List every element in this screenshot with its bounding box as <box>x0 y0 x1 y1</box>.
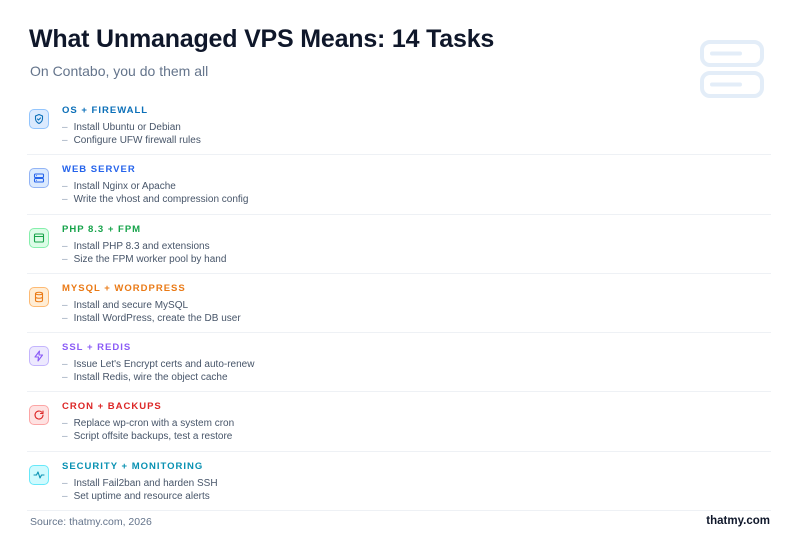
dash: – <box>62 477 68 489</box>
task-item: – Install Redis, wire the object cache <box>62 372 228 384</box>
shield-icon <box>29 109 49 129</box>
task-item: – Install Nginx or Apache <box>62 181 176 193</box>
heartbeat-icon <box>29 464 49 485</box>
dash: – <box>62 359 68 371</box>
dash: – <box>62 299 68 311</box>
dash: – <box>62 240 68 252</box>
page-subtitle: On Contabo, you do them all <box>30 63 209 79</box>
dash: – <box>62 490 68 502</box>
refresh-icon <box>29 405 49 426</box>
category-title: PHP 8.3 + FPM <box>62 223 142 235</box>
page-title: What Unmanaged VPS Means: 14 Tasks <box>29 25 495 53</box>
dash: – <box>62 418 68 430</box>
category-php-fpm: PHP 8.3 + FPM – Install PHP 8.3 and exten… <box>27 215 771 274</box>
category-cron-backups: CRON + BACKUPS – Replace wp-cron with a s… <box>27 392 771 452</box>
category-title: CRON + BACKUPS <box>62 401 162 413</box>
task-item: – Install Fail2ban and harden SSH <box>62 477 218 489</box>
category-mysql-wordpress: MYSQL + WORDPRESS – Install and secure My… <box>27 274 771 334</box>
database-icon <box>29 286 49 307</box>
dash: – <box>62 122 68 133</box>
task-item: – Script offsite backups, test a restore <box>62 431 233 443</box>
category-security-monitoring: SECURITY + MONITORING – Install Fail2ban … <box>27 452 771 512</box>
infographic: What Unmanaged VPS Means: 14 Tasks On Co… <box>0 0 800 541</box>
category-title: SSL + REDIS <box>62 342 132 354</box>
task-item: – Install Ubuntu or Debian <box>62 122 181 133</box>
task-item: – Replace wp-cron with a system cron <box>62 418 235 430</box>
brand-link[interactable]: thatmy.com <box>706 515 770 527</box>
category-title: OS + FIREWALL <box>62 105 149 116</box>
category-title: WEB SERVER <box>62 164 136 176</box>
task-item: – Size the FPM worker pool by hand <box>62 253 227 265</box>
dash: – <box>62 431 68 443</box>
lightning-icon <box>29 346 49 367</box>
server-stack-icon <box>700 40 764 98</box>
source-note: Source: thatmy.com, 2026 <box>30 516 152 528</box>
server-icon <box>29 168 49 189</box>
task-item: – Configure UFW firewall rules <box>62 135 201 146</box>
task-item: – Write the vhost and compression config <box>62 194 249 206</box>
category-os-firewall: OS + FIREWALL – Install Ubuntu or Debian … <box>27 96 771 156</box>
task-item: – Install PHP 8.3 and extensions <box>62 240 210 252</box>
dash: – <box>62 253 68 265</box>
task-item: – Set uptime and resource alerts <box>62 490 210 502</box>
task-item: – Issue Let's Encrypt certs and auto-rene… <box>62 359 255 371</box>
dash: – <box>62 181 68 193</box>
dash: – <box>62 135 68 146</box>
task-item: – Install WordPress, create the DB user <box>62 312 241 324</box>
browser-window-icon <box>29 227 49 248</box>
task-category-list: OS + FIREWALL – Install Ubuntu or Debian … <box>27 96 771 512</box>
dash: – <box>62 194 68 206</box>
category-ssl-redis: SSL + REDIS – Issue Let's Encrypt certs a… <box>27 333 771 393</box>
category-title: SECURITY + MONITORING <box>62 460 204 472</box>
dash: – <box>62 372 68 384</box>
category-title: MYSQL + WORDPRESS <box>62 282 186 294</box>
dash: – <box>62 312 68 324</box>
task-item: – Install and secure MySQL <box>62 299 189 311</box>
category-web-server: WEB SERVER – Install Nginx or Apache – Wri… <box>27 155 771 215</box>
